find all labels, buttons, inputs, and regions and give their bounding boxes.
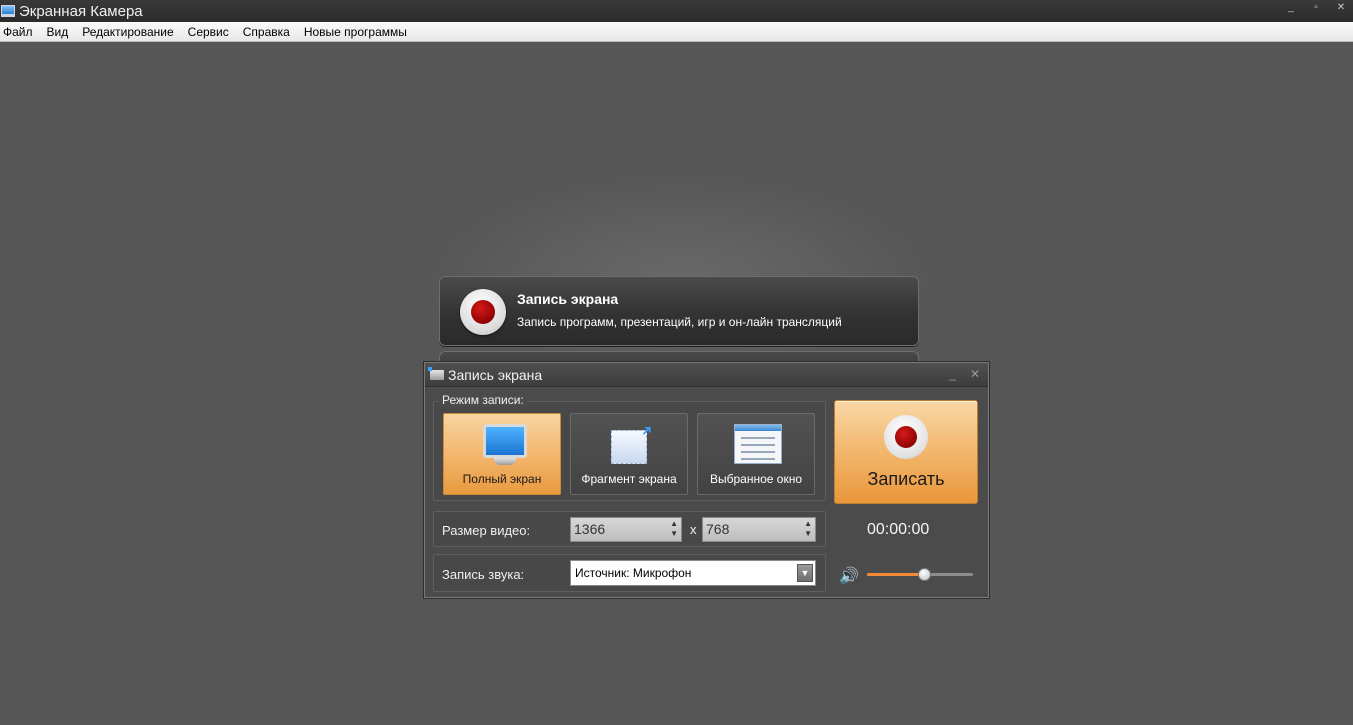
mode-fullscreen-button[interactable]: Полный экран (443, 413, 561, 495)
spinner-arrows-icon[interactable]: ▲ ▼ (804, 519, 812, 539)
height-value: 768 (706, 521, 730, 537)
fragment-icon (611, 430, 647, 464)
video-size-group: Размер видео: 1366 ▲ ▼ x 768 ▲ ▼ (433, 511, 826, 547)
card-title: Запись экрана (517, 291, 619, 307)
record-icon (460, 289, 506, 335)
window-controls: _ ▫ ✕ (1285, 2, 1347, 14)
window-icon-line (741, 437, 775, 439)
menu-service[interactable]: Сервис (188, 25, 229, 39)
audio-source-select[interactable]: Источник: Микрофон ▼ (570, 560, 816, 586)
video-size-label: Размер видео: (442, 523, 531, 538)
mode-fragment-label: Фрагмент экрана (581, 472, 677, 486)
minimize-button[interactable]: _ (1285, 2, 1297, 14)
close-button[interactable]: ✕ (1335, 2, 1347, 14)
record-dialog: Запись экрана _ ✕ Режим записи: Полный э… (424, 362, 989, 598)
record-icon (884, 415, 928, 459)
volume-slider-thumb[interactable] (918, 568, 931, 581)
mode-window-label: Выбранное окно (709, 472, 802, 486)
window-icon (734, 424, 782, 464)
dialog-close-button[interactable]: ✕ (970, 367, 980, 381)
speaker-icon[interactable]: 🔊 (839, 566, 859, 586)
menu-file[interactable]: Файл (3, 25, 33, 39)
card-subtitle: Запись программ, презентаций, игр и он-л… (517, 315, 842, 329)
dialog-title: Запись экрана (448, 367, 543, 383)
width-spinner[interactable]: 1366 ▲ ▼ (570, 517, 682, 542)
width-value: 1366 (574, 521, 606, 537)
window-icon-line (741, 451, 775, 453)
dialog-minimize-button[interactable]: _ (949, 367, 956, 381)
camera-icon (428, 367, 444, 380)
mode-window-button[interactable]: Выбранное окно (697, 413, 815, 495)
screen-record-card[interactable]: Запись экрана Запись программ, презентац… (439, 276, 919, 346)
record-button-label: Записать (867, 469, 945, 489)
record-timer: 00:00:00 (867, 521, 930, 538)
chevron-down-icon[interactable]: ▼ (797, 564, 813, 582)
menu-help[interactable]: Справка (243, 25, 290, 39)
dialog-titlebar[interactable]: Запись экрана _ ✕ (425, 363, 988, 387)
audio-label: Запись звука: (442, 567, 525, 582)
record-mode-legend: Режим записи: (439, 393, 527, 407)
window-icon-line (741, 458, 775, 460)
menu-view[interactable]: Вид (47, 25, 69, 39)
app-title: Экранная Камера (19, 2, 143, 20)
mode-fullscreen-label: Полный экран (462, 472, 542, 486)
mode-fragment-button[interactable]: ➜ Фрагмент экрана (570, 413, 688, 495)
app-monitor-icon (1, 5, 15, 17)
window-icon-bar (735, 425, 781, 431)
monitor-icon (483, 424, 527, 458)
window-icon-line (741, 444, 775, 446)
height-spinner[interactable]: 768 ▲ ▼ (702, 517, 816, 542)
audio-group: Запись звука: Источник: Микрофон ▼ (433, 554, 826, 592)
main-titlebar: Экранная Камера _ ▫ ✕ (0, 0, 1353, 22)
spinner-arrows-icon[interactable]: ▲ ▼ (670, 519, 678, 539)
menubar: Файл Вид Редактирование Сервис Справка Н… (0, 22, 1353, 42)
monitor-stand (494, 458, 516, 465)
audio-source-value: Источник: Микрофон (575, 566, 692, 580)
menu-edit[interactable]: Редактирование (82, 25, 173, 39)
dialog-controls: _ ✕ (949, 367, 980, 381)
restore-button[interactable]: ▫ (1310, 2, 1322, 14)
volume-slider[interactable] (867, 568, 973, 581)
volume-slider-fill (867, 573, 925, 576)
menu-new-programs[interactable]: Новые программы (304, 25, 407, 39)
record-button[interactable]: Записать (834, 400, 978, 504)
times-sign: x (690, 522, 697, 537)
